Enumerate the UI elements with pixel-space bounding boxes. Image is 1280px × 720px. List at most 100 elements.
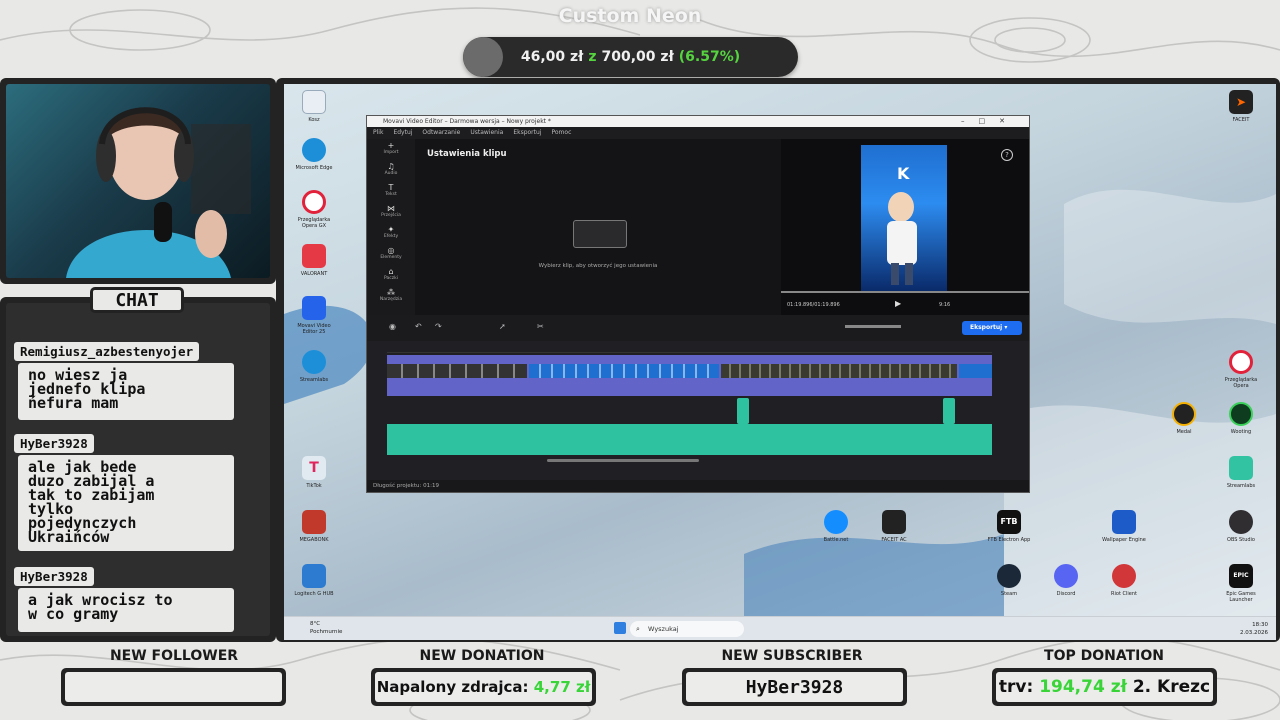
desktop-icon-movavi[interactable]: Movavi Video Editor 25 — [292, 296, 336, 335]
cursor-icon[interactable]: ➚ — [499, 322, 506, 331]
medal-icon — [1172, 402, 1196, 426]
new-subscriber-value: HyBer3928 — [686, 672, 903, 702]
preview-panel: K 01:19.896/01:19.896 ▶ 9:16 ? — [781, 139, 1029, 315]
desktop-icon-wooting[interactable]: Wooting — [1219, 402, 1263, 435]
top-donation-box: trv: 194,74 zł 2. Krezc — [992, 668, 1217, 706]
chat-message: ale jak bede duzo zabijal a tak to zabij… — [18, 455, 234, 551]
video-clip-1[interactable] — [387, 364, 527, 378]
chevron-down-icon: ▾ — [1004, 324, 1008, 331]
taskbar-clock[interactable]: 18:30 2.03.2026 — [1240, 621, 1268, 637]
movavi-icon — [302, 296, 326, 320]
desktop-icon-medal[interactable]: Medal — [1162, 402, 1206, 435]
desktop-icon-megabonk[interactable]: MEGABONK — [292, 510, 336, 543]
desktop-icon-opera-gx[interactable]: Przeglądarka Opera GX — [292, 190, 336, 229]
webcam-feed — [6, 84, 270, 278]
preview-progress[interactable] — [781, 291, 1029, 293]
video-clip-2[interactable] — [529, 364, 719, 378]
sidebar-item-paczki[interactable]: ⌂ Paczki — [367, 265, 415, 286]
audio-track[interactable] — [387, 424, 992, 455]
desktop-icon-valorant[interactable]: VALORANT — [292, 244, 336, 277]
sidebar-item-przejscia[interactable]: ⋈ Przejścia — [367, 202, 415, 223]
settings-icon[interactable]: ◉ — [389, 322, 396, 331]
chat-label: CHAT — [90, 287, 184, 313]
sidebar-item-efekty[interactable]: ✦ Efekty — [367, 223, 415, 244]
desktop-icon-discord[interactable]: Discord — [1044, 564, 1088, 597]
new-follower-title: NEW FOLLOWER — [109, 648, 239, 664]
streamer-figure — [66, 107, 251, 278]
desktop-icon-edge[interactable]: Microsoft Edge — [292, 138, 336, 171]
taskbar-search[interactable]: ⌕ Wyszukaj — [630, 621, 744, 637]
desktop-icon-epic[interactable]: EPIC Epic Games Launcher — [1219, 564, 1263, 603]
desktop-icon-riot[interactable]: Riot Client — [1102, 564, 1146, 597]
weather-widget[interactable]: 8°C Pochmurnie — [310, 620, 342, 636]
tiktok-icon: T — [302, 456, 326, 480]
faceit-icon: ➤ — [1229, 90, 1253, 114]
svg-text:K: K — [897, 164, 910, 183]
new-donation-name: Napalony zdrajca: — [376, 678, 529, 696]
scissors-icon[interactable]: ✂ — [537, 322, 544, 331]
epic-games-icon: EPIC — [1229, 564, 1253, 588]
streamlabs-desktop-icon — [1229, 456, 1253, 480]
transition-icon: ⋈ — [387, 204, 395, 213]
audio-marker[interactable] — [943, 398, 955, 424]
desktop-icon-wallpaper-engine[interactable]: Wallpaper Engine — [1102, 510, 1146, 543]
export-button[interactable]: Eksportuj ▾ — [962, 321, 1022, 335]
goal-progress-text: 46,00 zł z 700,00 zł (6.57%) — [463, 37, 798, 77]
menu-item-odtwarzanie[interactable]: Odtwarzanie — [422, 127, 460, 139]
sidebar-item-elementy[interactable]: ◎ Elementy — [367, 244, 415, 265]
movavi-window: Movavi Video Editor – Darmowa wersja – N… — [366, 115, 1030, 493]
sidebar-item-tekst[interactable]: T Tekst — [367, 181, 415, 202]
top-donation-content: trv: 194,74 zł 2. Krezc — [996, 672, 1213, 702]
desktop-icon-recycle-bin[interactable]: Kosz — [292, 90, 336, 123]
recycle-bin-icon — [302, 90, 326, 114]
wooting-icon — [1229, 402, 1253, 426]
timeline-scrollbar[interactable] — [547, 459, 699, 462]
battlenet-icon — [824, 510, 848, 534]
sidebar-item-audio[interactable]: ♫ Audio — [367, 160, 415, 181]
desktop-icon-opera[interactable]: Przeglądarka Opera — [1219, 350, 1263, 389]
video-clip-4[interactable] — [959, 364, 992, 378]
start-icon[interactable] — [614, 622, 626, 634]
obs-icon — [1229, 510, 1253, 534]
help-icon[interactable]: ? — [1001, 149, 1013, 161]
menu-item-plik[interactable]: Plik — [373, 127, 383, 139]
sidebar-item-narzedzia[interactable]: ⁂ Narzędzia — [367, 286, 415, 307]
play-icon[interactable]: ▶ — [895, 299, 901, 308]
video-track[interactable] — [387, 355, 992, 396]
menu-item-ustawienia[interactable]: Ustawienia — [470, 127, 503, 139]
desktop-icon-obs[interactable]: OBS Studio — [1219, 510, 1263, 543]
riot-icon — [1112, 564, 1136, 588]
zoom-slider[interactable] — [845, 325, 901, 328]
tools-icon: ⁂ — [387, 288, 395, 297]
redo-icon[interactable]: ↷ — [435, 322, 442, 331]
desktop-icon-ftb[interactable]: FTB FTB Electron App — [987, 510, 1031, 543]
preview-time: 01:19.896/01:19.896 — [787, 302, 840, 308]
ftb-icon: FTB — [997, 510, 1021, 534]
desktop-icon-tiktok[interactable]: T TikTok — [292, 456, 336, 489]
desktop-icon-logitech[interactable]: Logitech G HUB — [292, 564, 336, 597]
desktop-icon-streamlabs-desktop[interactable]: Streamlabs — [1219, 456, 1263, 489]
desktop-icon-streamlabs[interactable]: Streamlabs — [292, 350, 336, 383]
menu-item-pomoc[interactable]: Pomoc — [551, 127, 571, 139]
desktop-icon-steam[interactable]: Steam — [987, 564, 1031, 597]
opera-icon — [1229, 350, 1253, 374]
desktop-icon-battlenet[interactable]: Battle.net — [814, 510, 858, 543]
chat-username: HyBer3928 — [14, 434, 94, 453]
aspect-ratio-select[interactable]: 9:16 — [939, 302, 950, 308]
audio-marker[interactable] — [737, 398, 749, 424]
window-controls[interactable]: –□✕ — [961, 116, 1019, 127]
preview-video: K — [861, 145, 947, 291]
sidebar-item-import[interactable]: + Import — [367, 139, 415, 160]
menu-item-eksportuj[interactable]: Eksportuj — [513, 127, 541, 139]
clip-settings-panel: Ustawienia klipu Wybierz klip, aby otwor… — [415, 139, 781, 315]
video-clip-3[interactable] — [721, 364, 957, 378]
desktop-icon-faceit[interactable]: ➤ FACEIT — [1219, 90, 1263, 123]
webcam-panel — [0, 78, 276, 284]
music-note-icon: ♫ — [387, 162, 395, 171]
desktop-icon-faceit-ac[interactable]: FACEIT AC — [872, 510, 916, 543]
menu-item-edytuj[interactable]: Edytuj — [393, 127, 412, 139]
new-subscriber-title: NEW SUBSCRIBER — [721, 648, 863, 664]
streamlabs-icon — [302, 350, 326, 374]
clock-date: 2.03.2026 — [1240, 630, 1268, 636]
undo-icon[interactable]: ↶ — [415, 322, 422, 331]
